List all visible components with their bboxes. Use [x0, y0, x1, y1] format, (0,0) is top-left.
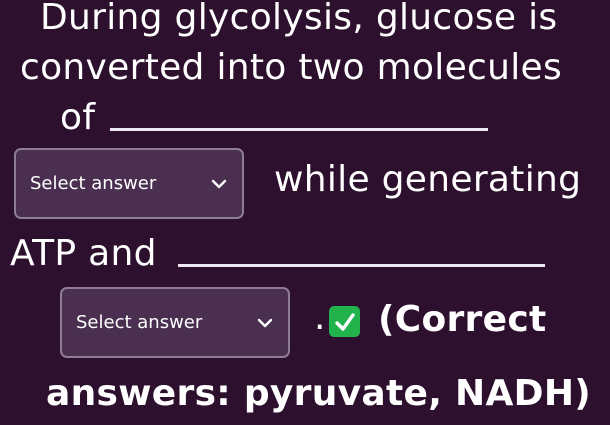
- check-mark-icon: [329, 306, 360, 337]
- answer-2-dropdown-value: Select answer: [76, 312, 203, 333]
- chevron-down-icon: [210, 175, 228, 193]
- answer-blank-1: [110, 128, 488, 131]
- chevron-down-icon: [256, 314, 274, 332]
- answer-2-dropdown[interactable]: Select answer: [60, 287, 290, 358]
- answer-1-dropdown[interactable]: Select answer: [14, 148, 244, 219]
- question-line-3-prefix: of: [60, 97, 96, 138]
- answer-1-dropdown-value: Select answer: [30, 173, 157, 194]
- question-line-2: converted into two molecules: [20, 47, 563, 88]
- answer-blank-2: [178, 264, 545, 267]
- question-line-1: During glycolysis, glucose is: [40, 0, 558, 38]
- question-line-5-prefix: ATP and: [10, 233, 157, 274]
- correct-answers-label: (Correct: [378, 299, 547, 340]
- question-line-4-suffix: while generating: [274, 159, 582, 200]
- correct-answers-text: answers: pyruvate, NADH): [46, 373, 592, 414]
- sentence-period: .: [314, 297, 326, 338]
